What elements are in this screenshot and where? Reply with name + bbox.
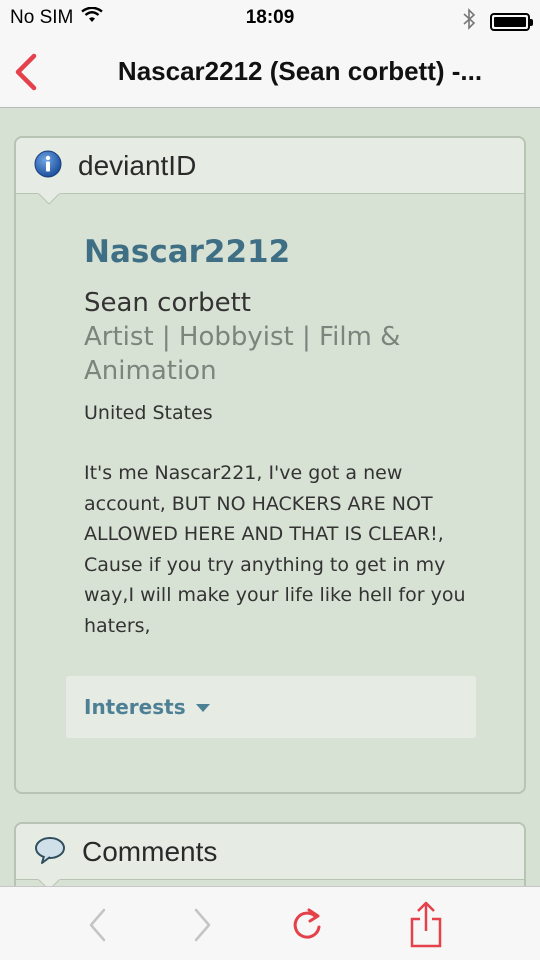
bluetooth-icon xyxy=(462,8,476,36)
browser-forward-button[interactable] xyxy=(182,903,222,947)
interests-label: Interests xyxy=(84,695,186,719)
comments-title: Comments xyxy=(82,835,218,867)
chevron-right-icon xyxy=(194,908,211,942)
deviantid-title: deviantID xyxy=(78,149,197,181)
navigation-bar: Nascar2212 (Sean corbett) -... xyxy=(0,38,540,108)
real-name: Sean corbett xyxy=(84,288,251,318)
page-title: Nascar2212 (Sean corbett) -... xyxy=(117,56,483,86)
reload-button[interactable] xyxy=(287,903,327,947)
deviantid-card: deviantID Nascar2212 Sean corbett Artist… xyxy=(14,136,526,794)
profile-tagline: Artist | Hobbyist | Film & Animation xyxy=(84,322,401,386)
status-time: 18:09 xyxy=(245,7,295,28)
profile-bio: It's me Nascar221, I've got a new accoun… xyxy=(84,462,466,637)
browser-back-button[interactable] xyxy=(78,903,118,947)
chevron-left-icon xyxy=(15,53,37,91)
status-right xyxy=(462,8,533,36)
username-link[interactable]: Nascar2212 xyxy=(84,234,524,270)
info-icon xyxy=(34,150,62,182)
profile-content: Nascar2212 Sean corbett Artist | Hobbyis… xyxy=(16,194,524,641)
share-icon xyxy=(410,901,442,948)
comments-header[interactable]: Comments xyxy=(16,824,524,891)
reload-icon xyxy=(293,908,321,939)
speech-bubble-icon xyxy=(34,836,66,868)
deviantid-header: deviantID xyxy=(16,138,524,205)
battery-icon xyxy=(490,13,533,31)
interests-toggle[interactable]: Interests xyxy=(66,676,476,738)
back-button[interactable] xyxy=(10,52,46,92)
location: United States xyxy=(84,402,213,424)
bottom-toolbar xyxy=(0,886,540,960)
header-notch xyxy=(38,193,60,205)
status-bar: No SIM 18:09 xyxy=(0,0,540,38)
caret-down-icon xyxy=(195,704,210,712)
chevron-left-icon xyxy=(89,908,106,942)
share-button[interactable] xyxy=(406,901,446,948)
